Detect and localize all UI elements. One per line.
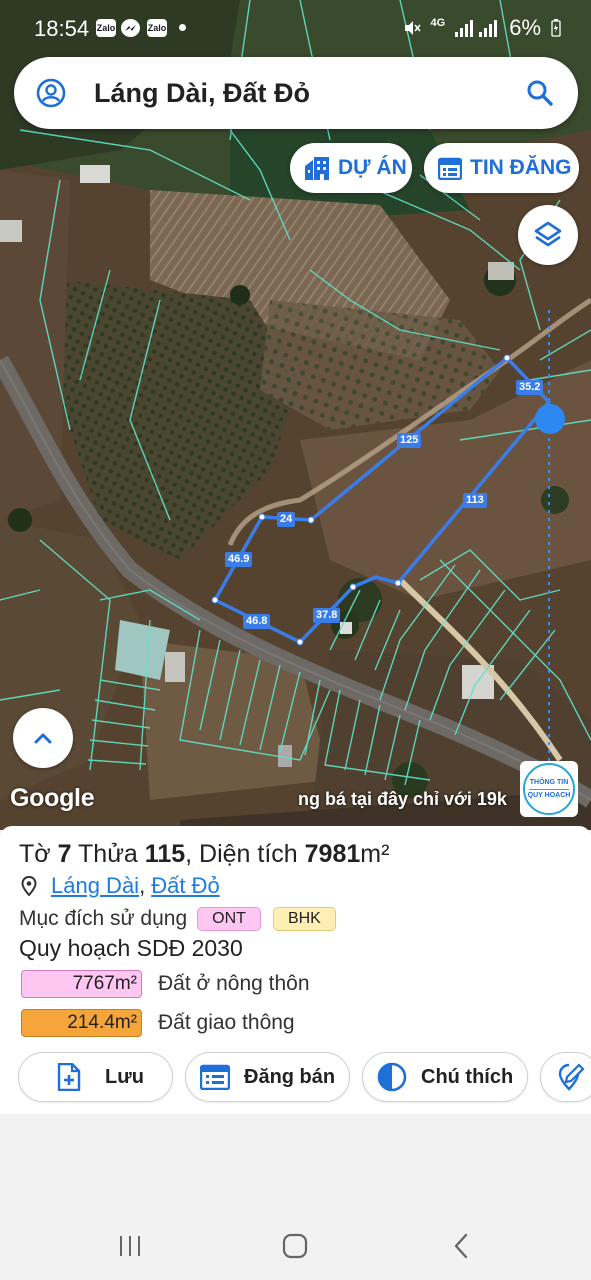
home-button[interactable]: [275, 1226, 315, 1266]
battery-percent: 6%: [509, 15, 541, 40]
calendar-list-icon: [438, 157, 462, 180]
land-use-purpose-row: Mục đích sử dụng ONT BHK: [19, 907, 336, 931]
district-link[interactable]: Đất Đỏ: [151, 873, 219, 899]
legend-button[interactable]: Chú thích: [362, 1052, 528, 1102]
save-label: Lưu: [105, 1065, 144, 1088]
projects-label: DỰ ÁN: [338, 156, 407, 179]
search-query[interactable]: Láng Dài, Đất Đỏ: [94, 78, 310, 109]
account-icon[interactable]: [36, 78, 66, 108]
measurement-label: 113: [463, 493, 487, 508]
messenger-icon: [121, 19, 140, 37]
commune-link[interactable]: Láng Dài: [51, 873, 139, 899]
measurement-label: 35.2: [516, 380, 544, 395]
planning-area: 214.4m²: [21, 1009, 142, 1037]
parcel-info-panel: Tờ 7 Thửa 115, Diện tích 7981m² Láng Dài…: [0, 826, 591, 1114]
back-icon: [454, 1233, 468, 1259]
satellite-map[interactable]: 35.2 125 113 24 46.9 46.8 37.8 18:54 Zal…: [0, 0, 591, 830]
network-type: 4G: [430, 17, 446, 29]
recent-apps-icon: [120, 1236, 140, 1256]
zalo-icon: Zalo: [96, 19, 116, 37]
parcel-title: Tờ 7 Thửa 115, Diện tích 7981m²: [19, 840, 389, 869]
search-bar[interactable]: Láng Dài, Đất Đỏ: [14, 57, 578, 129]
badge-line-2: QUY HOẠCH: [527, 791, 571, 799]
measurement-label: 24: [277, 512, 296, 527]
layers-icon: [534, 221, 562, 247]
badge-line-1: THÔNG TIN: [529, 778, 569, 786]
sheet-label: Tờ: [19, 840, 58, 868]
location-marker: [535, 404, 565, 434]
measurement-label: 46.8: [243, 614, 271, 629]
zalo-icon: Zalo: [147, 19, 167, 37]
action-buttons: Lưu Đăng bán Chú thích: [18, 1052, 591, 1102]
planning-title: Quy hoạch SDĐ 2030: [19, 935, 243, 961]
google-logo: Google: [10, 784, 95, 812]
status-bar: 18:54 Zalo Zalo 4G 6%: [0, 0, 591, 56]
mute-icon: [404, 21, 421, 35]
planning-info-badge[interactable]: THÔNG TIN QUY HOẠCH: [520, 761, 578, 817]
notification-dot: [179, 24, 186, 31]
building-icon: [305, 157, 329, 180]
clock: 18:54: [34, 16, 90, 41]
plot-number: 115: [144, 840, 186, 868]
legend-label: Chú thích: [421, 1065, 514, 1088]
system-navigation-bar: [0, 1204, 591, 1280]
area-label: , Diện tích: [185, 840, 305, 868]
listings-label: TIN ĐĂNG: [470, 156, 572, 179]
expand-up-button[interactable]: [13, 708, 73, 768]
signal-icon: [455, 20, 498, 37]
recent-apps-button[interactable]: [110, 1226, 150, 1266]
projects-button[interactable]: DỰ ÁN: [290, 143, 412, 193]
search-icon[interactable]: [526, 79, 554, 107]
measure-button[interactable]: [540, 1052, 591, 1102]
planning-item: 7767m² Đất ở nông thôn: [21, 970, 310, 998]
location-separator: ,: [139, 873, 146, 898]
measurement-label: 37.8: [313, 608, 341, 623]
map-pin-icon: [21, 876, 37, 896]
purpose-tag-ont[interactable]: ONT: [197, 907, 261, 931]
planning-desc: Đất giao thông: [158, 1011, 295, 1034]
area-value: 7981: [304, 840, 361, 868]
back-button[interactable]: [441, 1226, 481, 1266]
home-icon: [282, 1233, 308, 1259]
location-row: Láng Dài , Đất Đỏ: [21, 873, 220, 899]
contrast-icon: [377, 1062, 407, 1092]
layers-button[interactable]: [518, 205, 578, 265]
post-for-sale-label: Đăng bán: [244, 1065, 336, 1088]
post-for-sale-button[interactable]: Đăng bán: [185, 1052, 350, 1102]
purpose-tag-bhk[interactable]: BHK: [272, 907, 336, 931]
battery-charging-icon: [551, 19, 561, 37]
ad-banner-text[interactable]: ng bá tại đây chỉ với 19k: [298, 789, 507, 810]
purpose-label: Mục đích sử dụng: [19, 907, 188, 930]
chevron-up-icon: [34, 733, 52, 744]
listings-button[interactable]: TIN ĐĂNG: [424, 143, 579, 193]
add-document-icon: [57, 1063, 81, 1091]
sheet-number: 7: [57, 840, 72, 868]
calendar-list-icon: [200, 1064, 230, 1090]
measurement-label: 125: [397, 433, 422, 448]
map-edit-icon: [558, 1063, 585, 1091]
planning-area: 7767m²: [21, 970, 142, 998]
planning-desc: Đất ở nông thôn: [158, 972, 310, 995]
planning-item: 214.4m² Đất giao thông: [21, 1009, 295, 1037]
measurement-label: 46.9: [225, 552, 253, 567]
plot-label: Thửa: [71, 840, 145, 868]
save-button[interactable]: Lưu: [18, 1052, 173, 1102]
area-unit: m²: [360, 840, 390, 868]
